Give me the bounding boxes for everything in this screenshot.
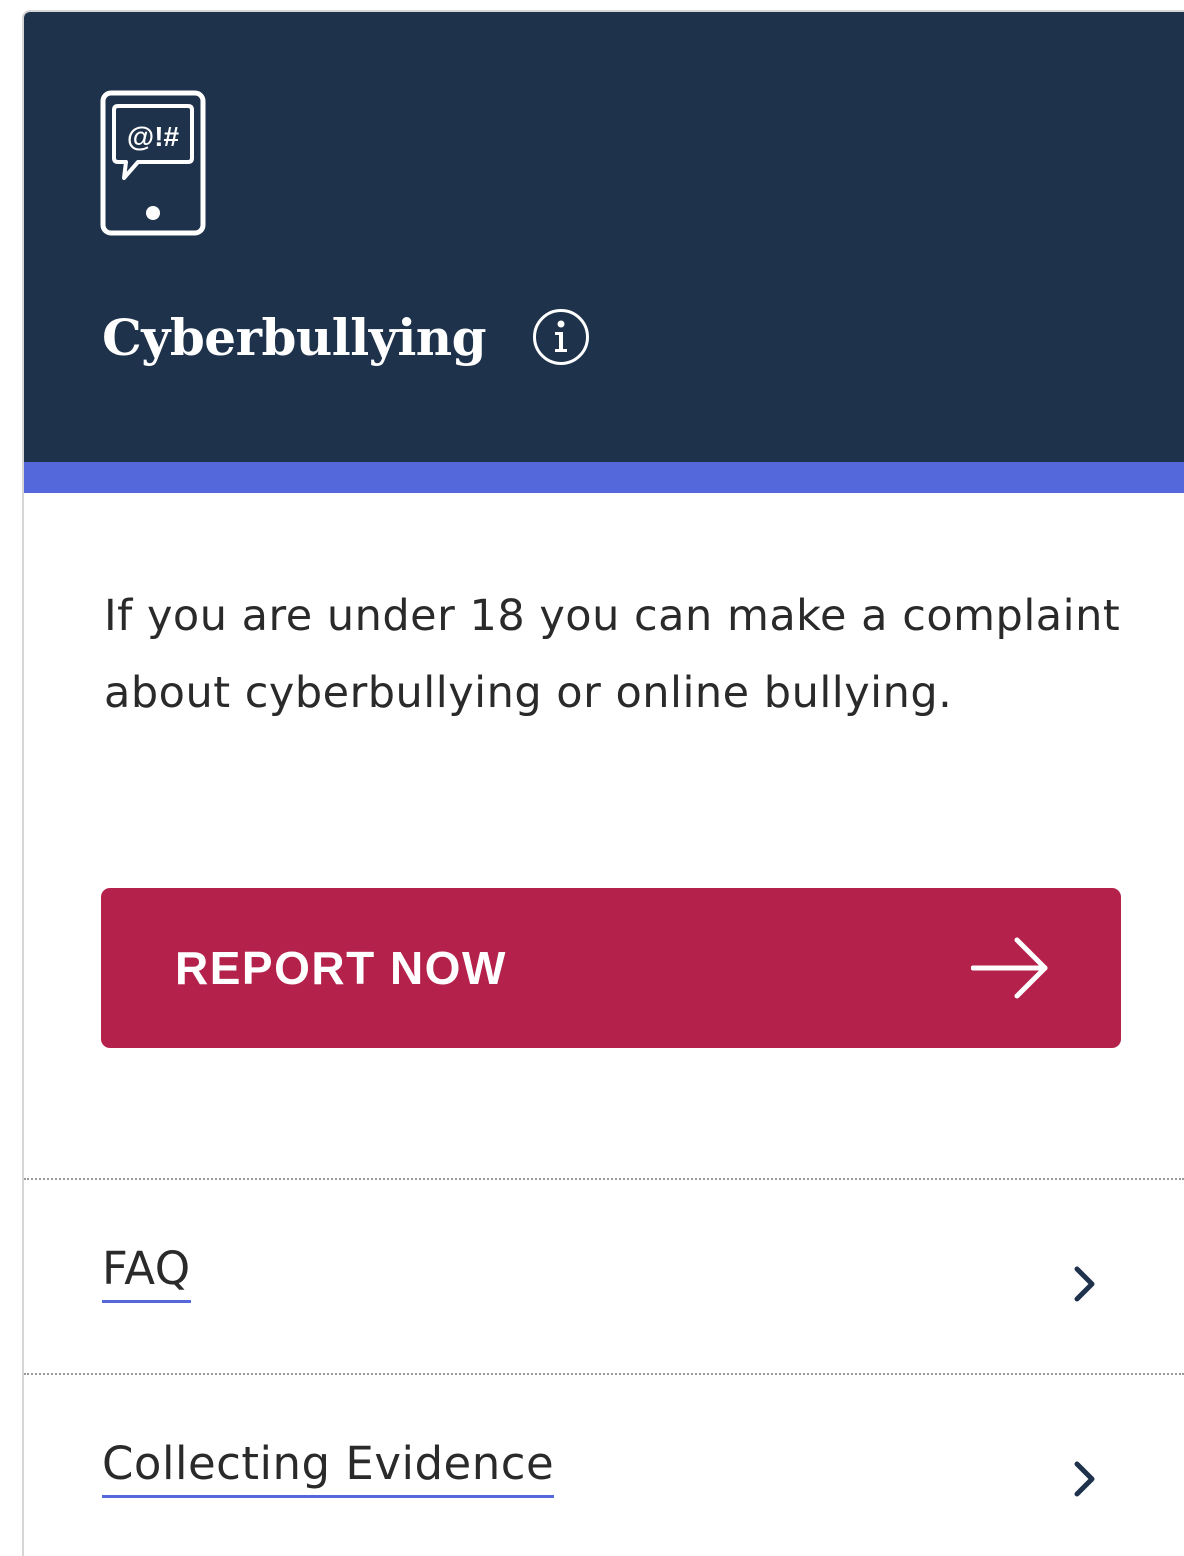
report-now-label: REPORT NOW	[175, 942, 507, 994]
card-description: If you are under 18 you can make a compl…	[104, 591, 1121, 718]
speech-bubble-text: @!#	[127, 121, 180, 152]
report-now-button[interactable]: REPORT NOW	[101, 888, 1121, 1048]
header-accent-bar	[24, 462, 1184, 493]
chevron-right-icon	[1074, 1266, 1095, 1302]
faq-link-row[interactable]: FAQ	[24, 1180, 1184, 1370]
title-row: Cyberbullying	[102, 302, 590, 372]
info-icon[interactable]	[532, 308, 590, 366]
phone-speech-bubble-icon: @!#	[100, 90, 206, 236]
card-header: @!# Cyberbullying	[24, 12, 1184, 462]
cyberbullying-card: @!# Cyberbullying If you are under 18 yo…	[22, 10, 1184, 1556]
chevron-right-icon	[1074, 1461, 1095, 1497]
arrow-right-icon	[971, 937, 1048, 999]
card-title: Cyberbullying	[102, 307, 487, 367]
collecting-evidence-link-row[interactable]: Collecting Evidence	[24, 1375, 1184, 1556]
faq-link[interactable]: FAQ	[102, 1240, 191, 1303]
collecting-evidence-link[interactable]: Collecting Evidence	[102, 1435, 555, 1498]
